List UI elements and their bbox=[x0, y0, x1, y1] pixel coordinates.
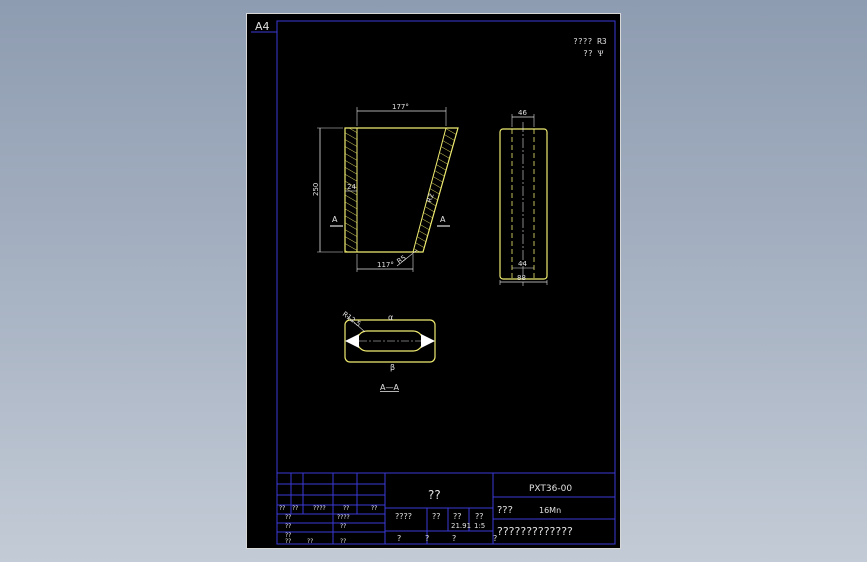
dim-section-bottom-mark: β bbox=[390, 363, 395, 372]
front-view: 177° 250 24 117° R5 R2 A A bbox=[312, 103, 459, 272]
section-mark-right: A bbox=[440, 215, 446, 224]
dim-side-bottom: 88 bbox=[517, 274, 526, 282]
drawing-number: PXT36-00 bbox=[529, 484, 572, 494]
dim-side-inner: 44 bbox=[518, 260, 527, 268]
rev-r2c1: ?? bbox=[285, 523, 291, 530]
rev-header-4: ?? bbox=[343, 505, 349, 512]
rev-header-2: ?? bbox=[292, 505, 298, 512]
stage-label: ???? bbox=[395, 512, 412, 521]
sheet-size-label: A4 bbox=[255, 20, 270, 33]
dim-front-wall: 24 bbox=[347, 183, 356, 191]
dim-section-top-mark: α bbox=[388, 313, 393, 322]
rev-header-5: ?? bbox=[371, 505, 377, 512]
rev-r4c1: ?? bbox=[285, 538, 291, 545]
scale-label: ?? bbox=[475, 512, 484, 521]
side-outline bbox=[499, 128, 548, 280]
section-mark-left: A bbox=[332, 215, 338, 224]
dim-front-bottom: 117° bbox=[377, 261, 394, 269]
rev-r2c2: ?? bbox=[340, 523, 346, 530]
section-right-arrow bbox=[421, 334, 435, 348]
sheet-q3: ? bbox=[452, 534, 456, 543]
dim-side-top: 46 bbox=[518, 109, 527, 117]
rev-r1c1: ?? bbox=[285, 514, 291, 521]
weight-value: 21.91 bbox=[451, 522, 471, 530]
inner-frame bbox=[276, 20, 616, 545]
weight-label: ?? bbox=[432, 512, 441, 521]
sheet-q4: ? bbox=[493, 534, 497, 543]
roughness-note-1: ???? R3 bbox=[573, 37, 607, 46]
sheet-q2: ? bbox=[425, 534, 429, 543]
dim-front-top: 177° bbox=[392, 103, 409, 111]
section-label: A—A bbox=[380, 383, 399, 392]
scale-value: 1:5 bbox=[474, 522, 485, 530]
roughness-note-2: ?? Ѱ bbox=[583, 49, 603, 58]
side-view: 46 44 88 bbox=[499, 109, 548, 286]
rev-r1c2: ???? bbox=[337, 514, 350, 521]
material-label: ??? bbox=[497, 505, 513, 516]
drawing-canvas: A4 ???? R3 ?? Ѱ 177° 250 24 117° R5 R2 A… bbox=[251, 20, 616, 545]
sheet-q1: ? bbox=[397, 534, 401, 543]
mass-label: ?? bbox=[453, 512, 462, 521]
section-left-arrow bbox=[345, 334, 359, 348]
rev-header-1: ?? bbox=[279, 505, 285, 512]
drawing-sheet: A4 ???? R3 ?? Ѱ 177° 250 24 117° R5 R2 A… bbox=[246, 13, 621, 549]
front-right-wall-hatch bbox=[413, 128, 458, 252]
dim-front-height: 250 bbox=[312, 183, 320, 196]
dim-section-radius: R12.5 bbox=[341, 310, 362, 328]
rev-r5c2: ?? bbox=[340, 538, 346, 545]
dim-front-r5: R5 bbox=[396, 254, 408, 266]
part-name: ?? bbox=[428, 488, 441, 502]
company-name: ????????????? bbox=[497, 525, 573, 538]
rev-header-3: ???? bbox=[313, 505, 326, 512]
material-value: 16Mn bbox=[539, 506, 561, 515]
section-view: R12.5 α β A—A bbox=[341, 310, 436, 392]
rev-r5c1: ?? bbox=[307, 538, 313, 545]
